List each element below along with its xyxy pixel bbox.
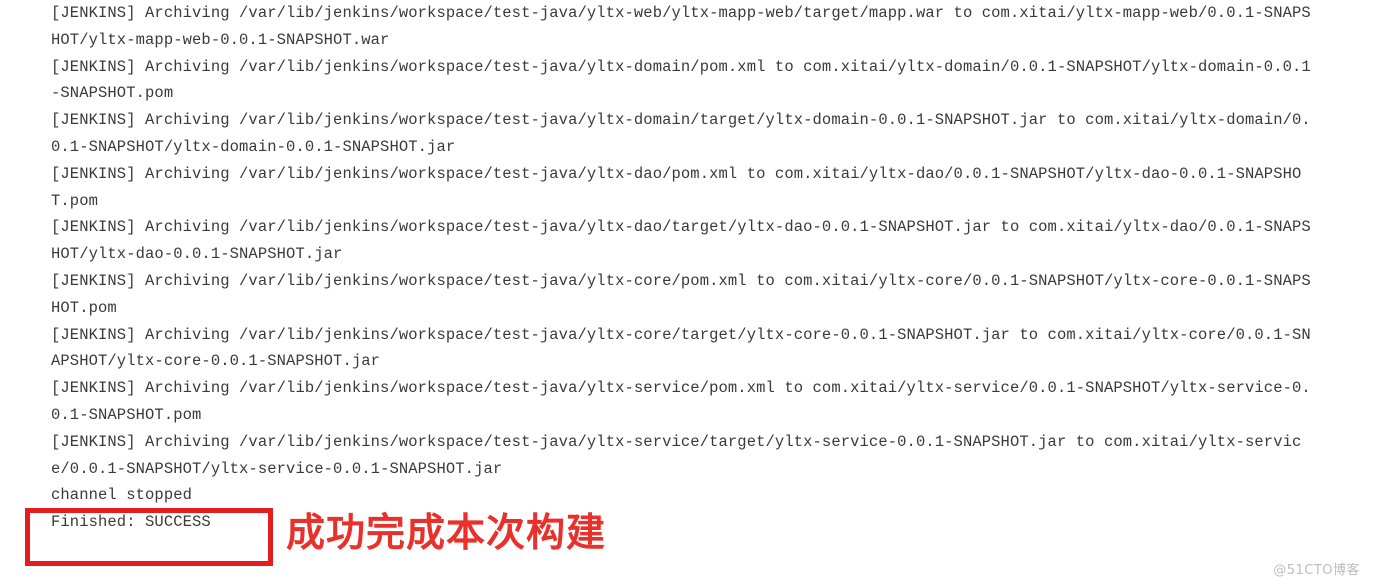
console-log-line: [JENKINS] Archiving /var/lib/jenkins/wor… bbox=[51, 325, 1311, 371]
console-log-line: [JENKINS] Archiving /var/lib/jenkins/wor… bbox=[51, 4, 1311, 49]
console-log-line: [JENKINS] Archiving /var/lib/jenkins/wor… bbox=[51, 271, 1311, 317]
console-log-line: [JENKINS] Archiving /var/lib/jenkins/wor… bbox=[51, 164, 1302, 210]
console-log-line: Finished: SUCCESS bbox=[51, 513, 211, 532]
build-console-output: [JENKINS] Archiving /var/lib/jenkins/wor… bbox=[51, 0, 1313, 536]
console-log-line: [JENKINS] Archiving /var/lib/jenkins/wor… bbox=[51, 218, 1311, 264]
console-log-line: channel stopped bbox=[51, 486, 193, 505]
console-log-line: [JENKINS] Archiving /var/lib/jenkins/wor… bbox=[51, 379, 1311, 424]
console-log-line: [JENKINS] Archiving /var/lib/jenkins/wor… bbox=[51, 432, 1302, 478]
console-log-line: [JENKINS] Archiving /var/lib/jenkins/wor… bbox=[51, 57, 1311, 103]
site-watermark: @51CTO博客 bbox=[1273, 563, 1360, 578]
annotation-note-text: 成功完成本次构建 bbox=[286, 511, 607, 556]
console-log-line: [JENKINS] Archiving /var/lib/jenkins/wor… bbox=[51, 111, 1311, 156]
